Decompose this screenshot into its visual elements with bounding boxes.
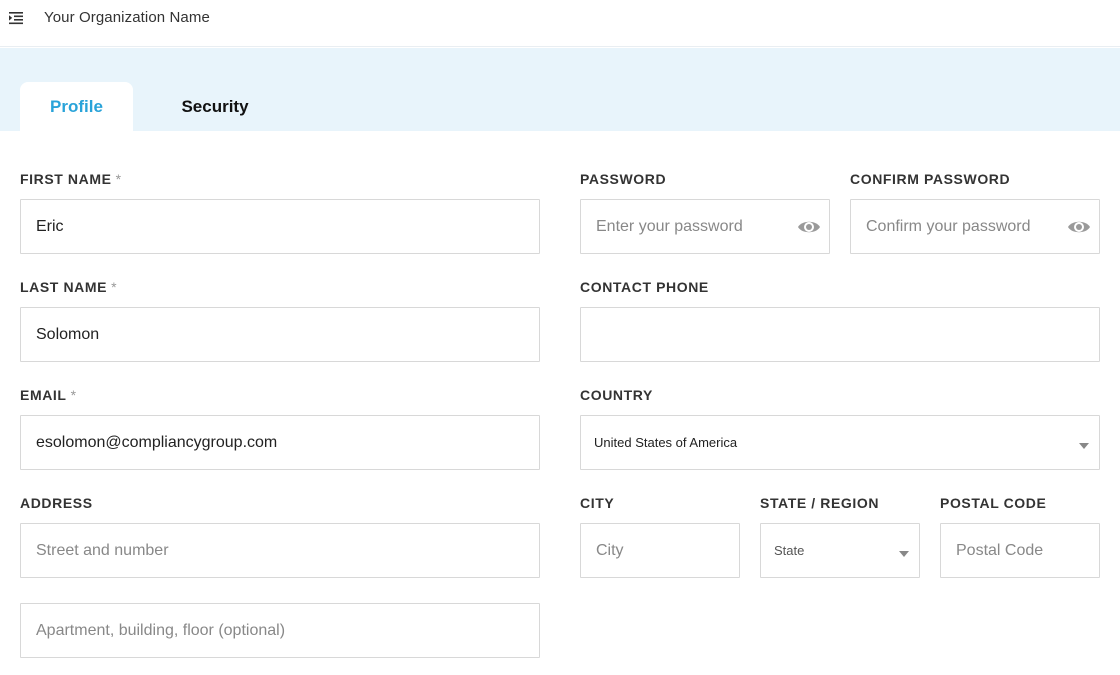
country-selected-value: United States of America <box>594 435 738 450</box>
eye-icon[interactable] <box>797 217 821 237</box>
password-label: PASSWORD <box>580 171 667 187</box>
first-name-field[interactable] <box>20 199 540 254</box>
tab-security[interactable]: Security <box>150 82 280 131</box>
menu-collapse-icon[interactable] <box>8 10 24 26</box>
postal-code-field[interactable] <box>940 523 1100 578</box>
required-marker: * <box>111 279 118 295</box>
first-name-input[interactable] <box>21 200 539 253</box>
eye-icon[interactable] <box>1067 217 1091 237</box>
tab-bar: Profile Security <box>0 48 1120 131</box>
chevron-down-icon <box>1079 443 1089 449</box>
required-marker: * <box>115 171 122 187</box>
password-field[interactable] <box>580 199 830 254</box>
postal-code-input[interactable] <box>941 524 1099 577</box>
chevron-down-icon <box>899 551 909 557</box>
address-line1-field[interactable] <box>20 523 540 578</box>
confirm-password-field[interactable] <box>850 199 1100 254</box>
postal-code-label: POSTAL CODE <box>940 495 1047 511</box>
contact-phone-label: CONTACT PHONE <box>580 279 709 295</box>
password-input[interactable] <box>581 200 829 253</box>
country-label: COUNTRY <box>580 387 653 403</box>
address-line1-input[interactable] <box>21 524 539 577</box>
confirm-password-input[interactable] <box>851 200 1099 253</box>
state-region-label: STATE / REGION <box>760 495 880 511</box>
email-label: EMAIL * <box>20 387 77 403</box>
city-label: CITY <box>580 495 615 511</box>
address-line2-input[interactable] <box>21 604 539 657</box>
email-input[interactable] <box>21 416 539 469</box>
confirm-password-label: CONFIRM PASSWORD <box>850 171 1011 187</box>
tab-profile[interactable]: Profile <box>20 82 133 131</box>
email-field[interactable] <box>20 415 540 470</box>
state-selected-value: State <box>774 543 805 558</box>
contact-phone-input[interactable] <box>581 308 1099 361</box>
address-line2-field[interactable] <box>20 603 540 658</box>
city-input[interactable] <box>581 524 739 577</box>
address-label: ADDRESS <box>20 495 93 511</box>
first-name-label: FIRST NAME * <box>20 171 122 187</box>
city-field[interactable] <box>580 523 740 578</box>
last-name-input[interactable] <box>21 308 539 361</box>
last-name-field[interactable] <box>20 307 540 362</box>
organization-name: Your Organization Name <box>44 9 210 26</box>
country-select[interactable]: United States of America <box>580 415 1100 470</box>
last-name-label: LAST NAME * <box>20 279 118 295</box>
contact-phone-field[interactable] <box>580 307 1100 362</box>
top-bar: Your Organization Name <box>0 0 1120 47</box>
required-marker: * <box>70 387 77 403</box>
state-select[interactable]: State <box>760 523 920 578</box>
